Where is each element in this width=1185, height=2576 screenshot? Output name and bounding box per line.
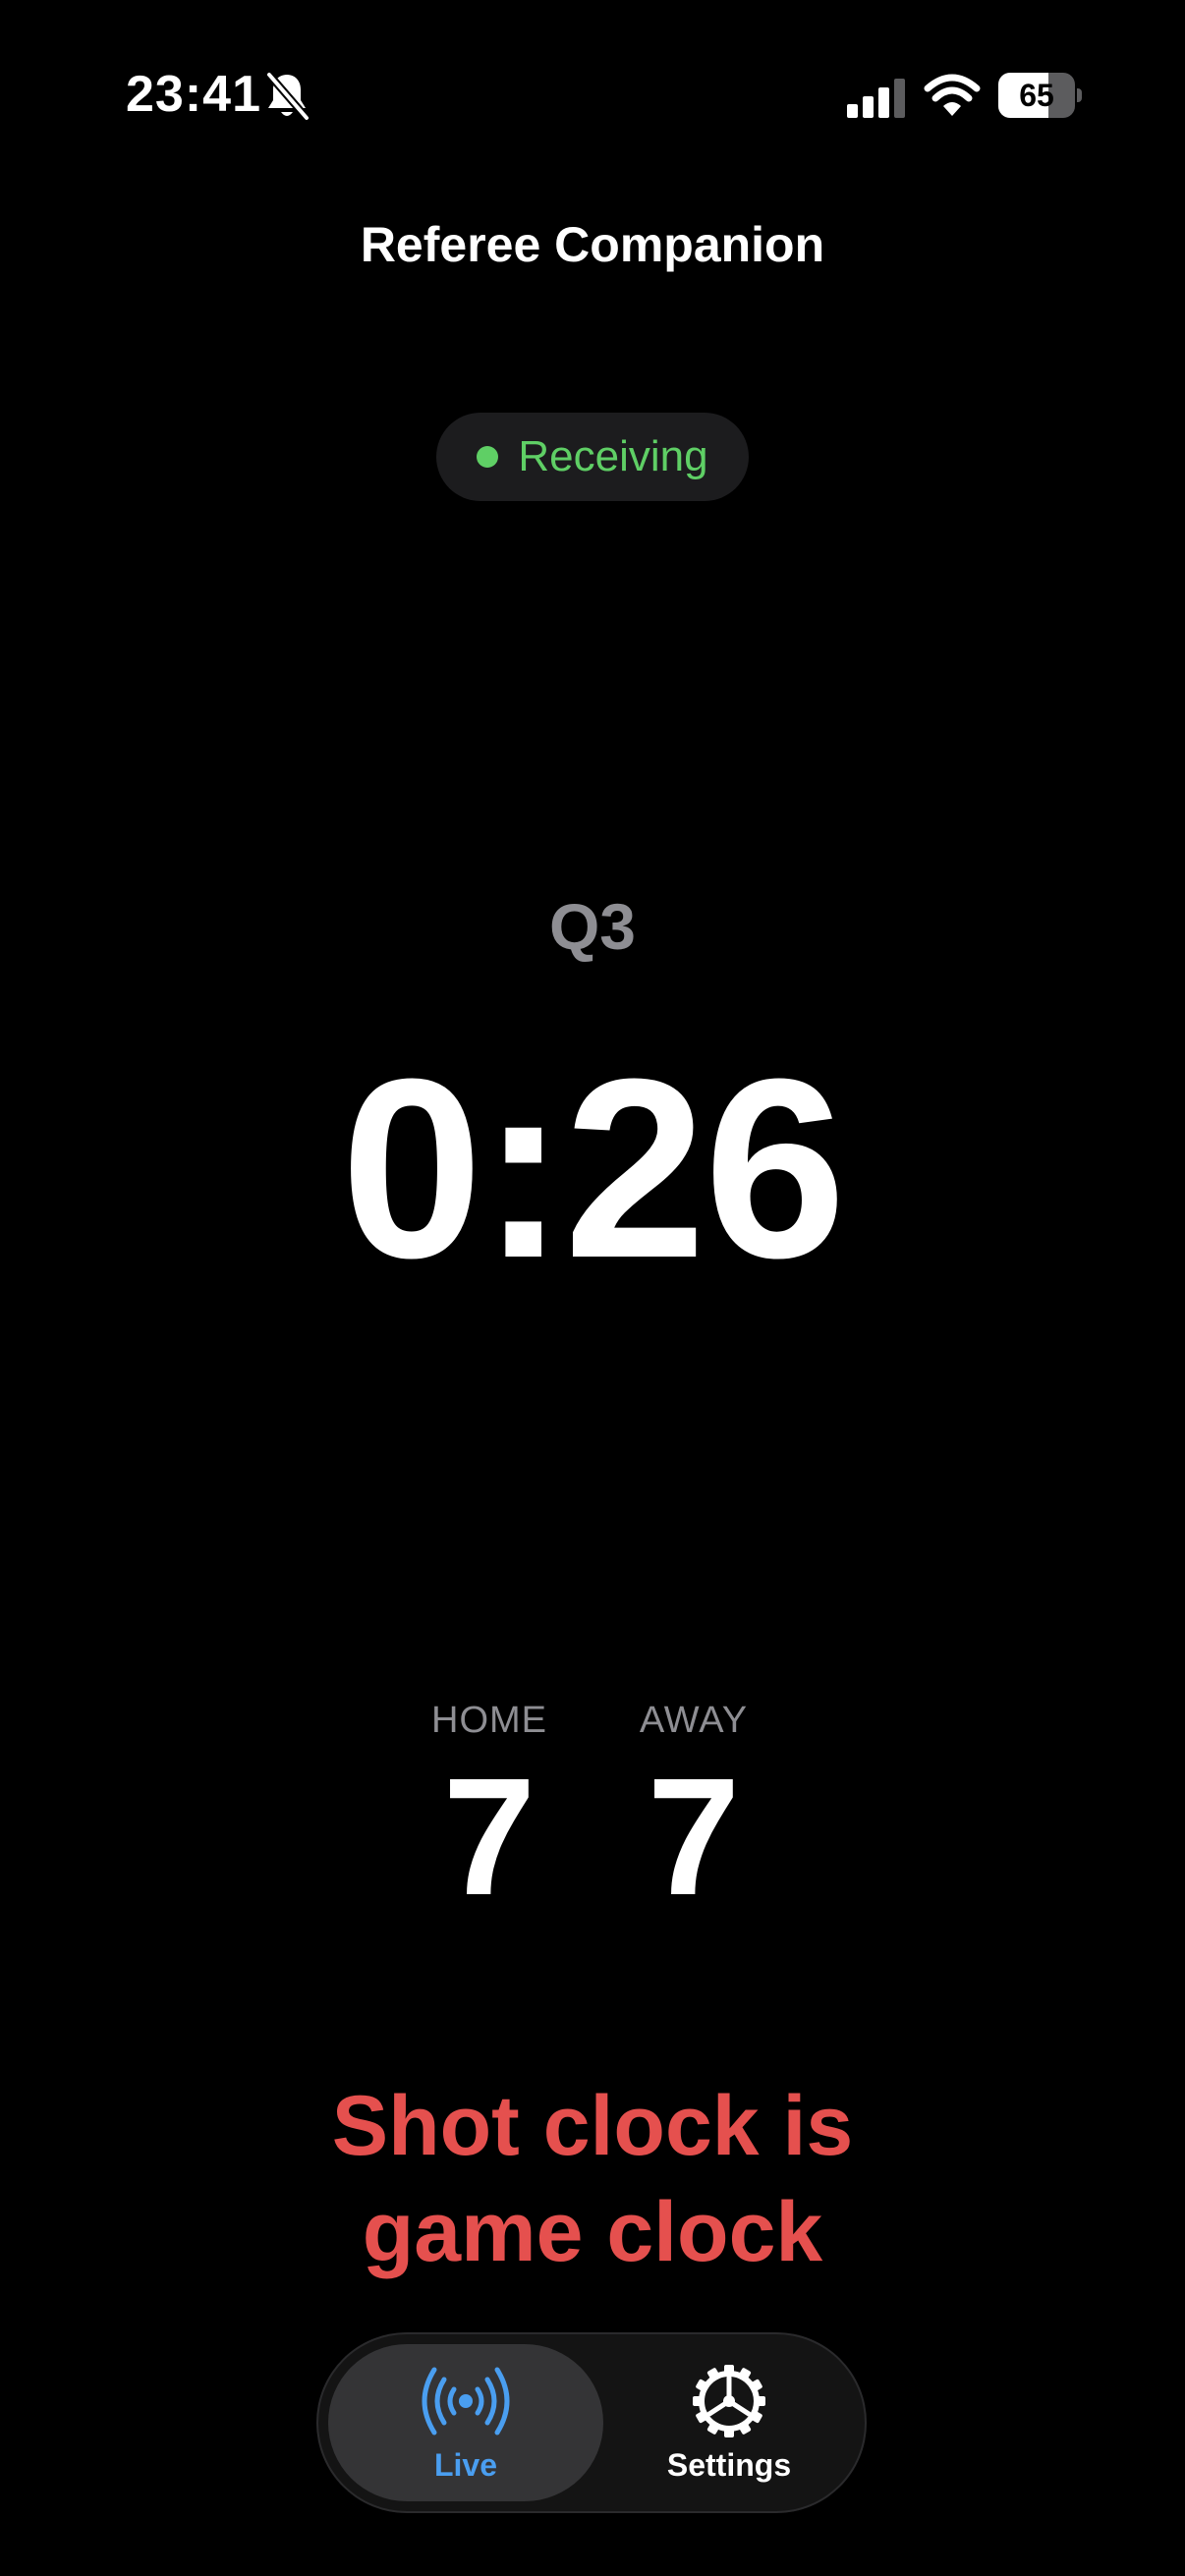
connection-status-badge: Receiving [436,413,749,501]
broadcast-icon [422,2367,510,2435]
bell-slash-icon [265,72,310,121]
away-score-label: AWAY [639,1700,749,1741]
wifi-icon [924,74,981,116]
tab-live-label: Live [433,2446,498,2483]
status-bar: 23:41 65 [0,0,1185,187]
status-dot-icon [477,446,499,468]
away-score-value: 7 [647,1744,741,1931]
home-score-value: 7 [442,1744,536,1931]
tab-settings[interactable]: Settings [603,2344,855,2501]
battery-body: 65 [998,73,1075,118]
away-score: AWAY 7 [586,1700,802,1921]
game-clock: 0:26 [340,1027,846,1312]
page-title: Referee Companion [360,217,825,272]
battery-level: 65 [1019,78,1054,113]
tab-live[interactable]: Live [328,2344,603,2501]
home-score-label: HOME [431,1700,547,1741]
period-label: Q3 [548,890,637,963]
battery-cap [1077,88,1082,102]
connection-status-label: Receiving [518,432,708,480]
shot-clock-alert: Shot clock is game clock [331,2079,854,2279]
tab-settings-label: Settings [666,2446,792,2483]
status-time: 23:41 [126,66,261,123]
gear-icon [693,2364,765,2437]
home-score: HOME 7 [381,1700,597,1921]
cellular-signal-icon [847,79,905,118]
tab-bar: Live Settings [316,2332,867,2513]
battery-icon: 65 [998,73,1082,118]
